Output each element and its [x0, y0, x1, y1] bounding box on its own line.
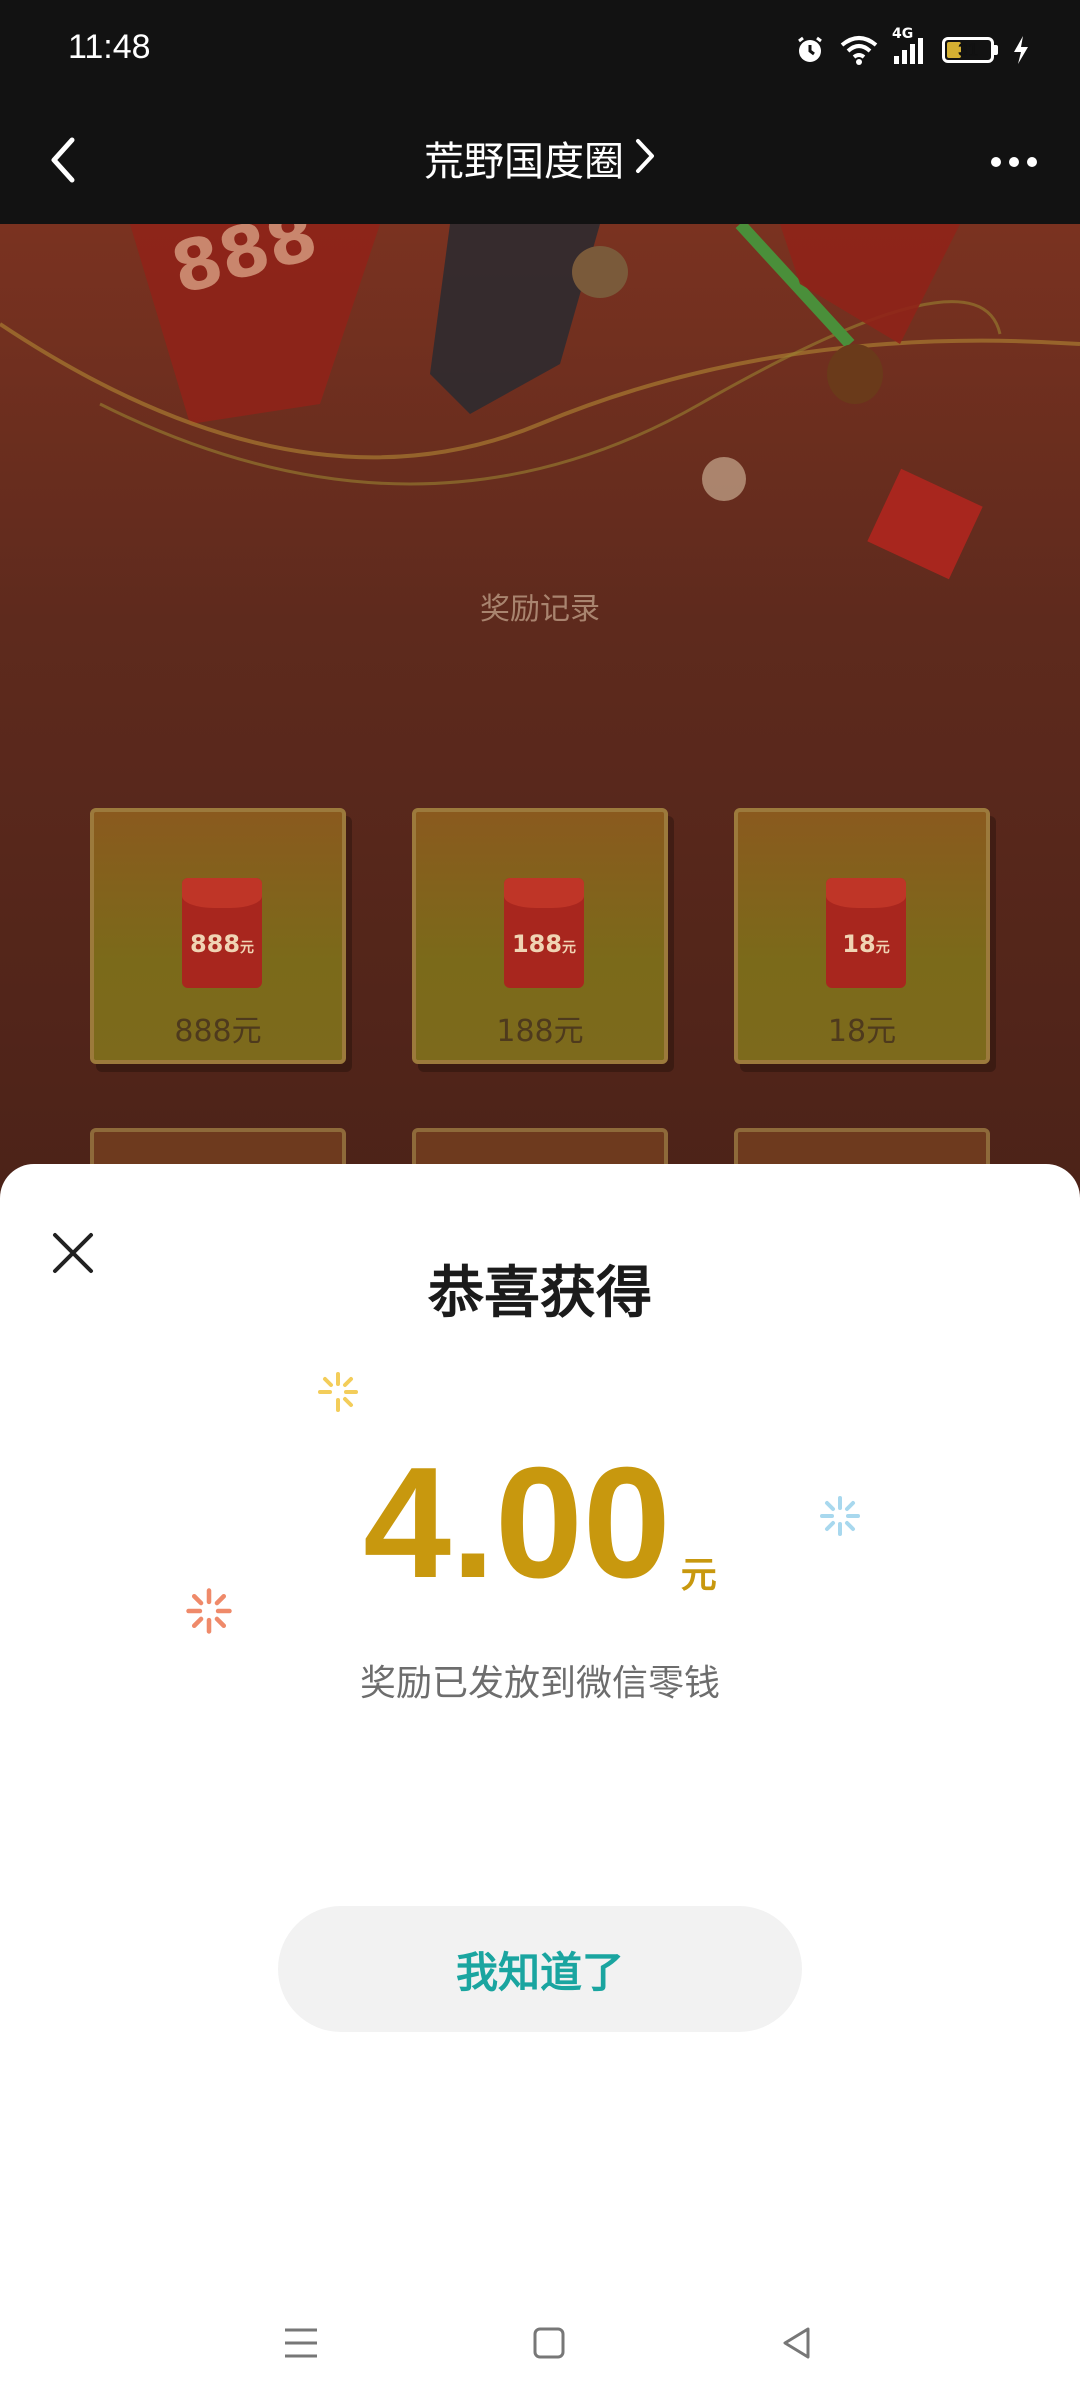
sheet-subtitle: 奖励已发放到微信零钱	[359, 1663, 720, 1704]
back-triangle-icon	[780, 2326, 814, 2364]
envelope-unit: 元	[562, 940, 577, 956]
home-square-icon	[532, 2326, 566, 2364]
envelope-unit: 元	[875, 940, 890, 956]
nav-bar: 荒野国度圈	[0, 100, 1080, 224]
screen: 11:48 4G 31 荒野国度圈 888 奖励记录 888元 888元 188…	[0, 0, 1080, 2400]
reward-card[interactable]: 18元 18元	[734, 808, 990, 1064]
reward-sheet: 恭喜获得 4.00 元 奖励已发放到微信零钱 我知道了	[0, 1164, 1080, 2400]
status-time: 11:48	[68, 28, 151, 66]
reward-record-title: 奖励记录	[480, 592, 600, 627]
system-back-button[interactable]	[762, 2310, 832, 2380]
confirm-button[interactable]: 我知道了	[278, 1906, 802, 2032]
red-envelope-icon: 18元	[826, 878, 906, 988]
red-envelope-icon: 888元	[182, 878, 262, 988]
menu-button[interactable]	[266, 2310, 336, 2380]
alarm-icon	[794, 34, 826, 66]
more-button[interactable]	[978, 130, 1050, 194]
sparkle-icon	[316, 1370, 360, 1418]
status-bar: 11:48 4G 31	[0, 0, 1080, 100]
battery-body: 31	[942, 37, 994, 63]
card-label: 188元	[496, 1014, 584, 1049]
amount-display: 4.00 元	[0, 1444, 1080, 1602]
envelope-value: 18	[842, 930, 876, 958]
hero-banner: 888	[0, 193, 1080, 604]
card-label: 888元	[174, 1014, 262, 1049]
charging-icon	[1012, 35, 1030, 65]
nav-title-link[interactable]: 荒野国度圈	[0, 130, 1080, 194]
reward-card[interactable]: 188元 188元	[412, 808, 668, 1064]
signal-4g-icon: 4G	[892, 26, 928, 66]
more-dot	[1027, 157, 1037, 167]
battery-icon: 31	[942, 37, 998, 63]
envelope-value: 888	[189, 930, 241, 958]
reward-card[interactable]: 888元 888元	[90, 808, 346, 1064]
chevron-right-icon	[634, 130, 656, 194]
wifi-icon	[840, 35, 878, 65]
amount-value: 4.00	[363, 1435, 671, 1611]
card-label: 18元	[827, 1014, 897, 1049]
background-content: 888 奖励记录 888元 888元 188元 188元 18元 18元	[0, 193, 1080, 1224]
page-title: 荒野国度圈	[424, 139, 624, 185]
system-nav-bar	[0, 2290, 1080, 2400]
network-label: 4G	[892, 26, 914, 42]
status-icons: 4G 31	[794, 26, 1030, 70]
more-dot	[991, 157, 1001, 167]
amount-unit: 元	[680, 1555, 717, 1596]
red-envelope-icon: 188元	[504, 878, 584, 988]
home-button[interactable]	[514, 2310, 584, 2380]
envelope-value: 188	[511, 930, 563, 958]
menu-icon	[282, 2326, 320, 2364]
more-dot	[1009, 157, 1019, 167]
sheet-title: 恭喜获得	[428, 1261, 652, 1326]
battery-cap	[994, 45, 998, 55]
envelope-unit: 元	[240, 940, 255, 956]
battery-level: 31	[957, 39, 979, 60]
